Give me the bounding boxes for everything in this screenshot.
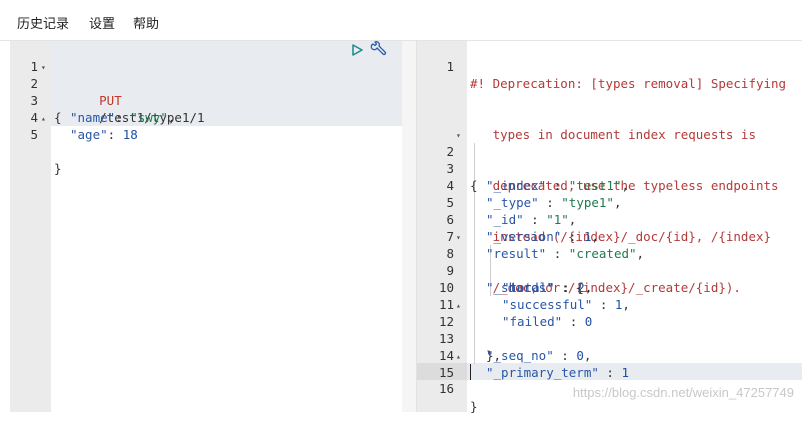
json-key: "_index" — [486, 178, 547, 193]
response-line: 7 "result" : "created", — [417, 211, 644, 261]
json-key: "age" — [70, 127, 108, 142]
request-line: 2 ▾ { — [10, 58, 61, 125]
pane-divider[interactable] — [402, 41, 416, 412]
code-text: { — [54, 110, 62, 125]
json-sep: : — [115, 110, 131, 125]
response-line: 9 "total" : 2, — [417, 245, 592, 295]
json-string: "swy" — [130, 110, 168, 125]
warning-line: #! Deprecation: [types removal] Specifyi… — [470, 76, 787, 91]
json-number: 18 — [122, 127, 138, 142]
response-line: 15 ▴ } — [417, 347, 478, 414]
json-key: "_version" — [486, 229, 562, 244]
json-sep: : — [107, 127, 123, 142]
json-sep: : — [561, 229, 584, 244]
top-menu-bar: 历史记录 设置 帮助 — [0, 0, 802, 41]
json-key: "failed" — [502, 314, 563, 329]
json-comma: , — [636, 246, 645, 261]
code-text: } — [54, 161, 62, 176]
code-text: { — [470, 178, 478, 193]
fold-up-icon[interactable]: ▴ — [456, 297, 461, 314]
text-cursor — [470, 364, 471, 380]
response-line: 4 "_type" : "type1", — [417, 160, 621, 210]
json-comma: , — [568, 212, 577, 227]
json-comma: , — [591, 229, 599, 244]
fold-up-icon[interactable]: ▴ — [456, 348, 461, 365]
response-line: 8 ▾ "_shards" : { — [417, 228, 583, 295]
json-comma: , — [622, 297, 630, 312]
response-line: 10 "successful" : 1, — [417, 262, 630, 312]
json-comma: , — [584, 280, 593, 295]
json-comma: , — [583, 348, 592, 363]
response-line: 6 "_version" : 1, — [417, 194, 598, 244]
json-sep: : — [538, 195, 562, 210]
json-key: "name" — [70, 110, 116, 125]
fold-down-icon[interactable]: ▾ — [41, 59, 46, 76]
json-sep: : — [546, 246, 569, 261]
play-icon[interactable] — [350, 42, 364, 61]
response-line: 3 "_index" : "test1", — [417, 143, 629, 193]
request-line: 1 PUT /test1/type1/1 — [10, 41, 204, 125]
warning-line: types in document index requests is — [470, 127, 756, 142]
response-line: 1 — [417, 41, 454, 74]
json-key: "successful" — [502, 297, 593, 312]
fold-down-icon[interactable]: ▾ — [456, 127, 461, 144]
json-key: "_primary_term" — [486, 365, 599, 380]
response-line: 2 ▾ { — [417, 126, 477, 193]
json-string: "1" — [546, 212, 569, 227]
json-number: 0 — [584, 314, 593, 329]
response-line: 12 ▴ }, — [417, 296, 501, 363]
json-key: "_type" — [486, 195, 539, 210]
json-key: "_seq_no" — [486, 348, 554, 363]
response-line: 11 "failed" : 0 — [417, 279, 592, 329]
request-line: 5 ▴ } — [10, 109, 61, 176]
json-string: "type1" — [561, 195, 614, 210]
json-sep: : — [554, 280, 578, 295]
line-number: 5 — [30, 127, 38, 142]
json-sep: : — [598, 365, 622, 380]
request-editor[interactable]: 1 PUT /test1/type1/1 2 ▾ { 3 "name": "sw… — [10, 41, 402, 412]
response-viewer[interactable]: 1 #! Deprecation: [types removal] Specif… — [416, 41, 802, 414]
fold-up-icon[interactable]: ▴ — [41, 110, 46, 127]
line-number: 16 — [438, 381, 454, 396]
menu-settings[interactable]: 设置 — [89, 13, 115, 32]
wrench-icon[interactable] — [369, 41, 387, 62]
json-key: "_id" — [486, 212, 524, 227]
json-sep: : — [592, 297, 615, 312]
json-number: 0 — [576, 348, 584, 363]
json-comma: , — [621, 178, 630, 193]
json-string: "created" — [568, 246, 637, 261]
json-sep: : — [523, 212, 547, 227]
request-line: 3 "name": "swy", — [10, 75, 175, 125]
json-comma: , — [613, 195, 622, 210]
response-line: 16 — [417, 363, 454, 396]
json-sep: : — [562, 314, 585, 329]
fold-down-icon[interactable]: ▾ — [456, 229, 461, 246]
response-line: 14 "_primary_term" : 1 — [417, 330, 629, 380]
json-key: "total" — [502, 280, 555, 295]
json-key: "result" — [486, 246, 547, 261]
line-number: 1 — [446, 59, 454, 74]
request-method[interactable]: PUT — [99, 93, 122, 108]
menu-history[interactable]: 历史记录 — [17, 13, 69, 32]
response-line: 5 "_id" : "1", — [417, 177, 576, 227]
json-number: 1 — [621, 365, 629, 380]
watermark: https://blog.csdn.net/weixin_47257749 — [572, 385, 794, 400]
json-sep: : — [553, 348, 577, 363]
json-sep: : — [546, 178, 569, 193]
code-text: } — [470, 399, 478, 414]
json-comma: , — [167, 110, 176, 125]
json-number: 2 — [577, 280, 585, 295]
json-string: "test1" — [568, 178, 622, 193]
request-line: 4 "age": 18 — [10, 92, 137, 142]
response-line: 13 "_seq_no" : 0, — [417, 313, 591, 363]
menu-help[interactable]: 帮助 — [133, 13, 159, 32]
